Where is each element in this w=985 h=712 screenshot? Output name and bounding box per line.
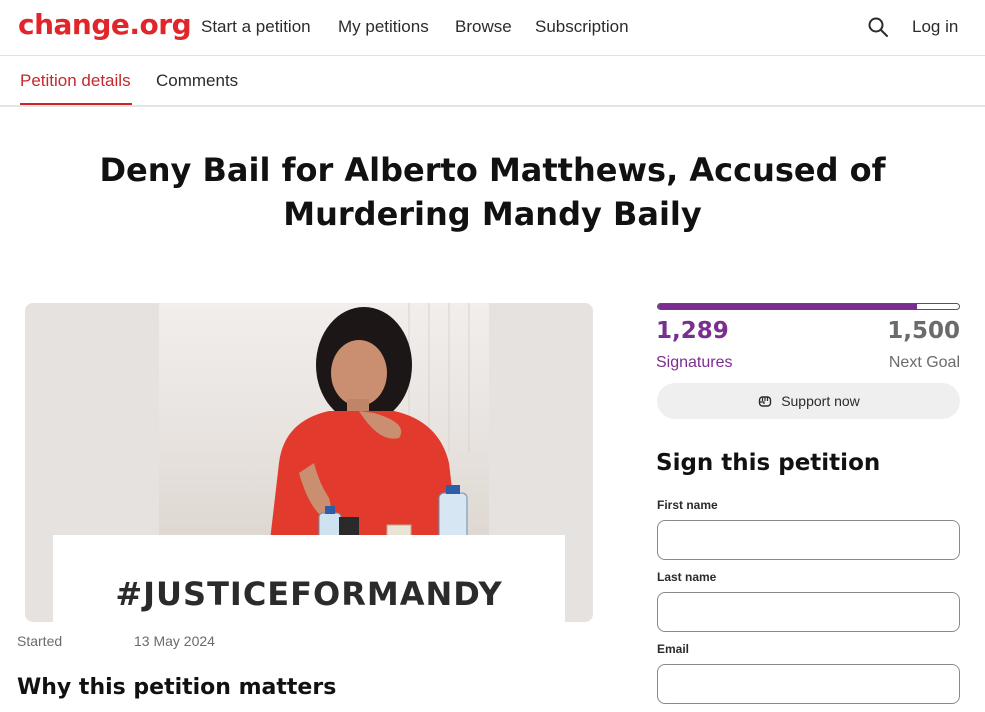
login-link[interactable]: Log in [912,17,958,37]
petition-tabs: Petition details Comments [0,56,985,107]
petition-title: Deny Bail for Alberto Matthews, Accused … [99,151,886,233]
tab-comments[interactable]: Comments [156,71,238,91]
top-navigation-bar: change.org Start a petition My petitions… [0,0,985,56]
last-name-label: Last name [657,570,717,584]
nav-browse[interactable]: Browse [455,17,512,37]
change-org-logo[interactable]: change.org [18,8,192,41]
why-petition-matters-heading: Why this petition matters [17,675,337,700]
support-now-button[interactable]: Support now [657,383,960,419]
started-label: Started [17,633,63,649]
petition-image: #JUSTICEFORMANDY [25,303,593,622]
woman-photo [269,303,470,549]
email-field[interactable] [657,664,960,704]
signature-progress-bar [657,303,960,310]
signatures-label: Signatures [656,354,733,371]
active-tab-indicator [20,103,132,105]
search-icon[interactable] [867,16,889,38]
goal-count: 1,500 [887,318,960,344]
fist-icon [758,396,772,407]
tab-petition-details[interactable]: Petition details [20,71,131,91]
nav-start-petition[interactable]: Start a petition [201,17,311,37]
signature-count: 1,289 [656,318,729,344]
last-name-field[interactable] [657,592,960,632]
sign-petition-heading: Sign this petition [656,450,881,476]
first-name-field[interactable] [657,520,960,560]
next-goal-label: Next Goal [888,354,960,371]
started-date: 13 May 2024 [134,633,215,649]
nav-subscription[interactable]: Subscription [535,17,629,37]
support-now-label: Support now [781,393,860,409]
nav-my-petitions[interactable]: My petitions [338,17,429,37]
email-label: Email [657,642,690,656]
image-caption: #JUSTICEFORMANDY [115,575,503,613]
progress-fill [658,304,917,309]
first-name-label: First name [657,498,718,512]
